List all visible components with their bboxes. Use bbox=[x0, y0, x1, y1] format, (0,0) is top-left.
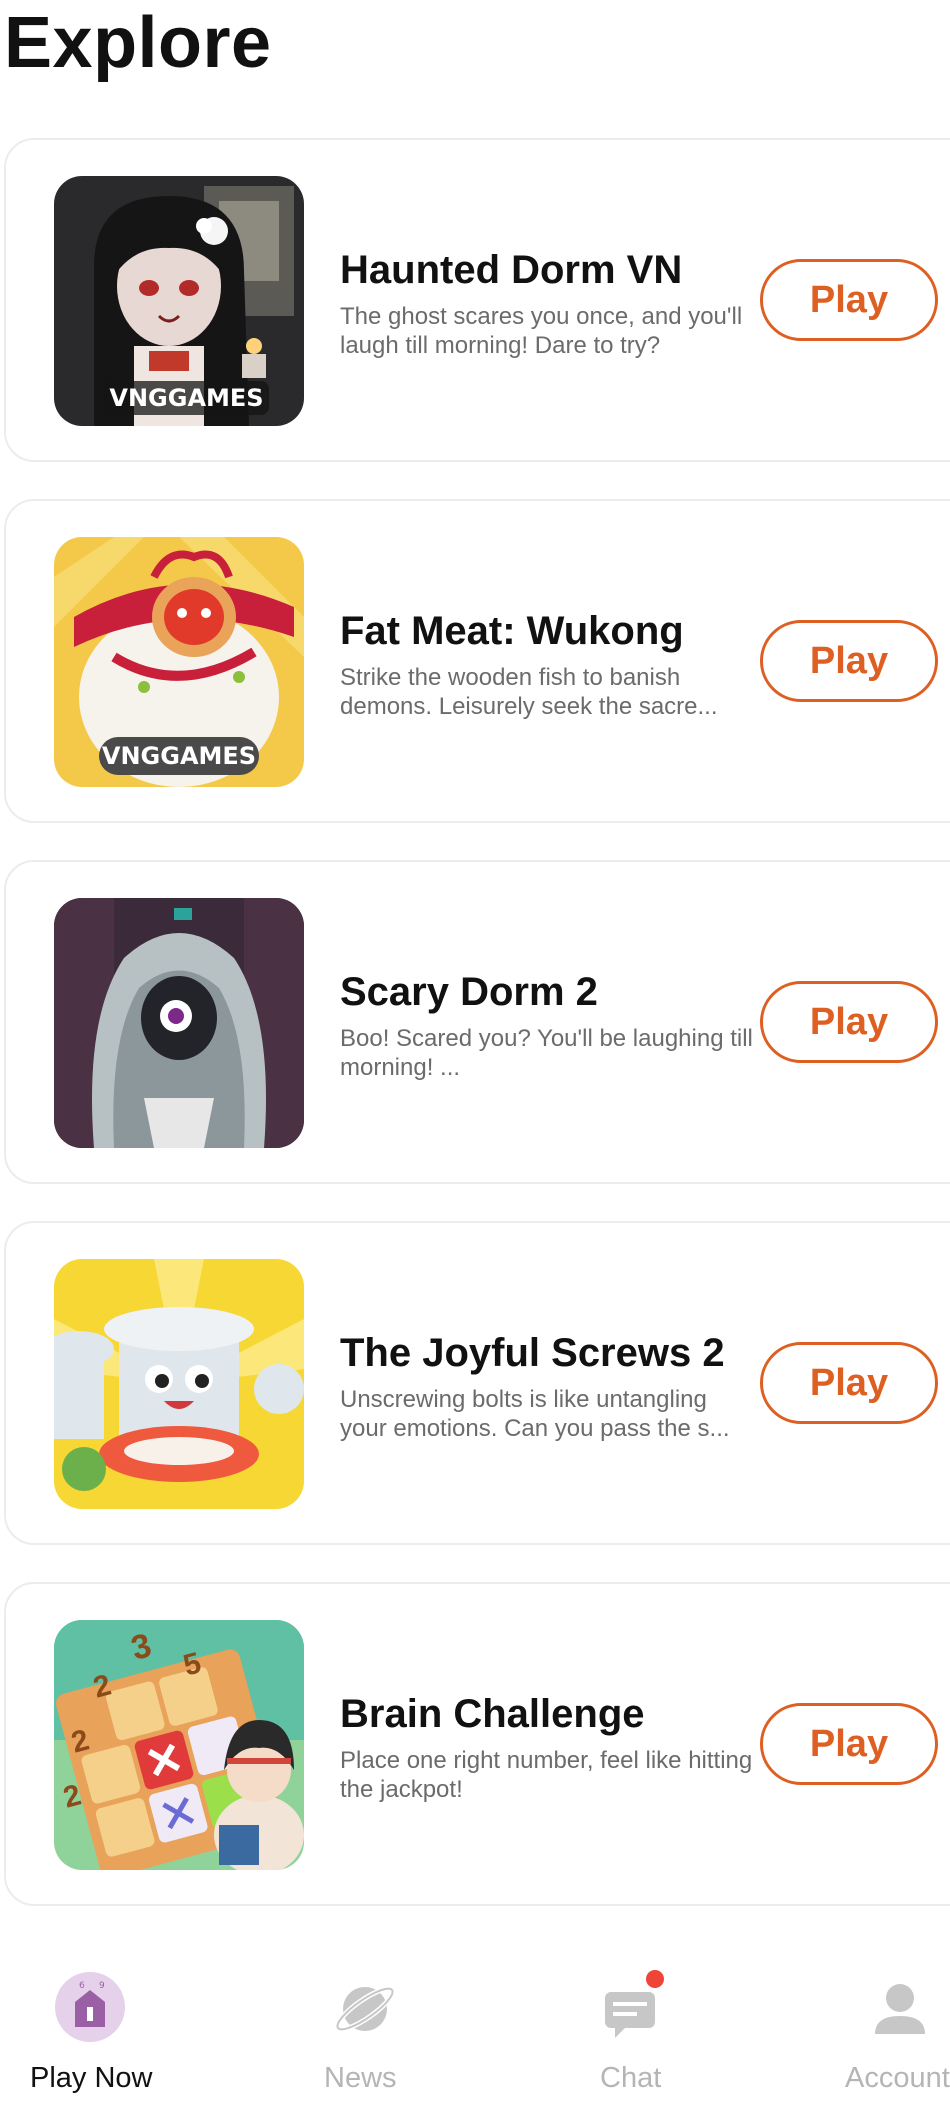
play-button[interactable]: Play bbox=[760, 1342, 938, 1424]
game-title: Haunted Dorm VN bbox=[340, 248, 683, 292]
game-card-scary-dorm-2[interactable]: Scary Dorm 2 Boo! Scared you? You'll be … bbox=[4, 860, 950, 1184]
notification-dot bbox=[646, 1970, 664, 1988]
game-thumbnail[interactable] bbox=[54, 1259, 304, 1509]
nav-item-play-now[interactable]: 6 9 Play Now bbox=[0, 1940, 200, 2112]
brain-challenge-art bbox=[54, 1620, 304, 1870]
game-card-brain-challenge[interactable]: 3 5 2 2 2 Brain Challenge Place one righ… bbox=[4, 1582, 950, 1906]
game-title: Scary Dorm 2 bbox=[340, 970, 598, 1014]
game-description: Place one right number, feel like hittin… bbox=[340, 1747, 753, 1803]
nav-item-news[interactable]: News bbox=[260, 1940, 460, 2112]
game-title: Brain Challenge bbox=[340, 1692, 645, 1736]
game-card-joyful-screws-2[interactable]: The Joyful Screws 2 Unscrewing bolts is … bbox=[4, 1221, 950, 1545]
joyful-screws-art bbox=[54, 1259, 304, 1509]
game-description: The ghost scares you once, and you'll la… bbox=[340, 303, 743, 359]
explore-screen: Explore VNGGAMES Haunted Dorm VN The gho… bbox=[0, 0, 950, 2112]
nav-label: Chat bbox=[600, 2062, 662, 2094]
bottom-nav: 6 9 Play Now News Chat Account bbox=[0, 1940, 950, 2112]
nav-label: News bbox=[324, 2062, 397, 2094]
play-button[interactable]: Play bbox=[760, 1703, 938, 1785]
svg-text:6: 6 bbox=[79, 1981, 85, 1991]
nav-item-chat[interactable]: Chat bbox=[530, 1940, 730, 2112]
game-description: Strike the wooden fish to banish demons.… bbox=[340, 664, 718, 720]
nav-label: Play Now bbox=[30, 2062, 153, 2094]
planet-icon bbox=[330, 1972, 400, 2042]
vnggames-badge: VNGGAMES bbox=[109, 384, 264, 412]
game-card-fat-meat-wukong[interactable]: VNGGAMES Fat Meat: Wukong Strike the woo… bbox=[4, 499, 950, 823]
game-thumbnail[interactable]: VNGGAMES bbox=[54, 537, 304, 787]
game-card-haunted-dorm[interactable]: VNGGAMES Haunted Dorm VN The ghost scare… bbox=[4, 138, 950, 462]
user-icon bbox=[865, 1972, 935, 2042]
game-title: Fat Meat: Wukong bbox=[340, 609, 684, 653]
game-description: Boo! Scared you? You'll be laughing till… bbox=[340, 1025, 753, 1081]
game-thumbnail[interactable]: VNGGAMES bbox=[54, 176, 304, 426]
game-title: The Joyful Screws 2 bbox=[340, 1331, 725, 1375]
game-description: Unscrewing bolts is like untangling your… bbox=[340, 1386, 730, 1442]
play-button[interactable]: Play bbox=[760, 620, 938, 702]
nav-label: Account bbox=[845, 2062, 950, 2094]
svg-text:9: 9 bbox=[99, 1981, 105, 1991]
scary-dorm-art bbox=[54, 898, 304, 1148]
play-button[interactable]: Play bbox=[760, 981, 938, 1063]
vnggames-badge: VNGGAMES bbox=[101, 742, 257, 770]
nav-item-account[interactable]: Account bbox=[800, 1940, 950, 2112]
play-now-icon: 6 9 bbox=[55, 1972, 125, 2042]
page-title: Explore bbox=[4, 3, 272, 83]
game-thumbnail[interactable] bbox=[54, 898, 304, 1148]
game-thumbnail[interactable]: 3 5 2 2 2 bbox=[54, 1620, 304, 1870]
play-button[interactable]: Play bbox=[760, 259, 938, 341]
